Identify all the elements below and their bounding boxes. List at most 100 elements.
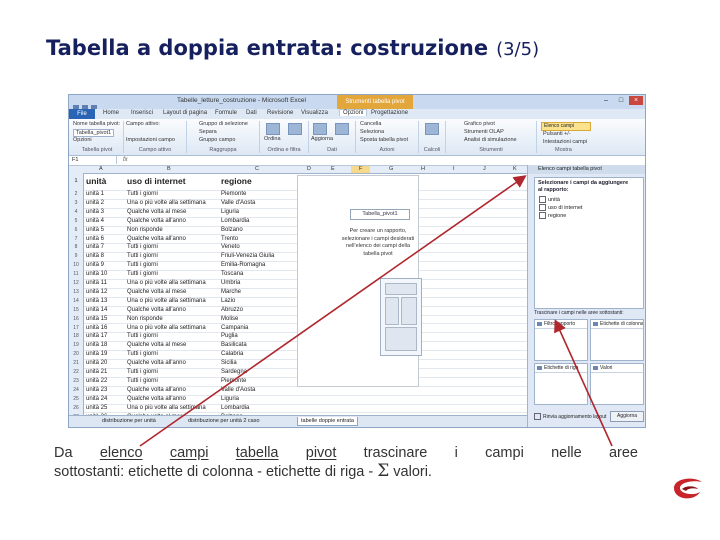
clear-button[interactable]: Cancella (360, 121, 381, 127)
ungroup-button[interactable]: Separa (199, 129, 217, 135)
cell[interactable]: unità 8 (86, 252, 104, 261)
cell[interactable]: unità 4 (86, 217, 104, 226)
cell[interactable]: Tutti i giorni (127, 261, 158, 270)
cell[interactable]: Qualche volta all'anno (127, 359, 186, 368)
cell[interactable]: Abruzzo (221, 306, 243, 315)
field-headers-button[interactable]: Intestazioni campi (543, 139, 587, 145)
cell[interactable]: Qualche volta all'anno (127, 395, 186, 404)
close-icon[interactable]: × (629, 96, 643, 105)
minimize-icon[interactable]: – (599, 96, 613, 105)
column-header[interactable]: A (99, 166, 103, 173)
cell[interactable]: Bolzano (221, 226, 243, 235)
tab-page-layout[interactable]: Layout di pagina (163, 110, 207, 116)
cell[interactable]: Sicilia (221, 359, 237, 368)
cell[interactable]: Tutti i giorni (127, 332, 158, 341)
cell[interactable]: unità 6 (86, 235, 104, 244)
cell[interactable]: Lazio (221, 297, 235, 306)
cell[interactable]: Qualche volta al mese (127, 208, 186, 217)
column-header[interactable]: H (421, 166, 425, 173)
cell[interactable]: Non risponde (127, 315, 163, 324)
tab-home[interactable]: Home (103, 110, 119, 116)
field-checkbox-regione[interactable]: regione (539, 212, 566, 220)
quick-access-toolbar[interactable] (73, 98, 133, 111)
cell[interactable]: Valle d'Aosta (221, 199, 255, 208)
column-header[interactable]: K (513, 166, 517, 173)
cell[interactable]: unità 19 (86, 350, 107, 359)
tab-review[interactable]: Revisione (267, 110, 293, 116)
cell[interactable]: Basilicata (221, 341, 247, 350)
pivotchart-button[interactable]: Grafico pivot (464, 121, 495, 127)
cell[interactable]: Tutti i giorni (127, 377, 158, 386)
column-header[interactable]: B (167, 166, 171, 173)
cell[interactable]: Qualche volta al mese (127, 341, 186, 350)
pivot-name-input[interactable]: Tabella_pivot1 (73, 129, 115, 137)
column-header[interactable]: E (331, 166, 335, 173)
update-button[interactable]: Aggiorna (610, 411, 644, 422)
area-row-labels[interactable]: Etichette di riga (534, 363, 588, 405)
cell[interactable]: Tutti i giorni (127, 368, 158, 377)
cell[interactable]: unità 1 (86, 190, 104, 199)
cell[interactable]: Friuli-Venezia Giulia (221, 252, 274, 261)
cell[interactable]: Veneto (221, 243, 240, 252)
cell[interactable]: Tutti i giorni (127, 243, 158, 252)
cell[interactable]: Qualche volta all'anno (127, 217, 186, 226)
name-box[interactable]: F1 (69, 156, 117, 164)
cell[interactable]: unità 21 (86, 368, 107, 377)
sheet-tab[interactable]: distribuzione per unità (99, 417, 159, 425)
cell[interactable]: Qualche volta all'anno (127, 235, 186, 244)
column-header[interactable]: J (483, 166, 486, 173)
cell[interactable]: unità 16 (86, 324, 107, 333)
pivot-placeholder[interactable]: Tabella_pivot1 Per creare un rapporto, s… (297, 175, 422, 387)
sort-icon[interactable] (266, 123, 280, 135)
cell[interactable]: Piemonte (221, 377, 246, 386)
cell[interactable]: Umbria (221, 279, 240, 288)
cell[interactable]: Non risponde (127, 226, 163, 235)
cell[interactable]: Valle d'Aosta (221, 386, 255, 395)
cell[interactable]: Piemonte (221, 190, 246, 199)
cell[interactable]: Campania (221, 324, 248, 333)
column-header[interactable]: C (255, 166, 259, 173)
cell[interactable]: Una o più volte alla settimana (127, 324, 206, 333)
column-header[interactable]: G (389, 166, 393, 173)
cell[interactable]: unità 5 (86, 226, 104, 235)
cell[interactable]: unità 23 (86, 386, 107, 395)
move-pivot-button[interactable]: Sposta tabella pivot (360, 137, 408, 143)
cell[interactable]: Una o più volte alla settimana (127, 279, 206, 288)
cell[interactable]: Tutti i giorni (127, 190, 158, 199)
cell[interactable]: unità 2 (86, 199, 104, 208)
header-unita[interactable]: unità (86, 173, 106, 190)
cell[interactable]: Marche (221, 288, 241, 297)
plus-minus-button[interactable]: Pulsanti +/- (543, 131, 571, 137)
cell[interactable]: unità 18 (86, 341, 107, 350)
cell[interactable]: Toscana (221, 270, 243, 279)
cell[interactable]: Emilia-Romagna (221, 261, 265, 270)
cell[interactable]: Tutti i giorni (127, 252, 158, 261)
cell[interactable]: unità 11 (86, 279, 107, 288)
cell[interactable]: Trento (221, 235, 238, 244)
field-checkbox-uso[interactable]: uso di internet (539, 204, 583, 212)
sheet-tab-active[interactable]: tabelle doppie entrata (297, 417, 358, 426)
column-header[interactable]: F (351, 166, 371, 173)
cell[interactable]: unità 9 (86, 261, 104, 270)
cell[interactable]: unità 13 (86, 297, 107, 306)
calculations-icon[interactable] (425, 123, 439, 135)
header-regione[interactable]: regione (221, 173, 252, 190)
sort-button[interactable]: Ordina (264, 136, 281, 142)
tab-insert[interactable]: Inserisci (131, 110, 153, 116)
tab-view[interactable]: Visualizza (301, 110, 328, 116)
group-field-button[interactable]: Gruppo campo (199, 137, 235, 143)
fx-icon[interactable]: fx (123, 156, 128, 164)
cell[interactable]: Tutti i giorni (127, 350, 158, 359)
tab-options[interactable]: Opzioni (339, 109, 368, 116)
olap-tools-button[interactable]: Strumenti OLAP (464, 129, 504, 135)
column-header[interactable]: I (453, 166, 455, 173)
cell[interactable]: Calabria (221, 350, 243, 359)
field-list-button[interactable]: Elenco campi (541, 122, 591, 131)
tab-design[interactable]: Progettazione (371, 110, 408, 116)
cell[interactable]: Liguria (221, 208, 239, 217)
cell[interactable]: unità 7 (86, 243, 104, 252)
refresh-icon[interactable] (313, 123, 327, 135)
column-header[interactable]: D (307, 166, 311, 173)
whatif-button[interactable]: Analisi di simulazione (464, 137, 517, 143)
field-checkbox-unita[interactable]: unità (539, 196, 560, 204)
